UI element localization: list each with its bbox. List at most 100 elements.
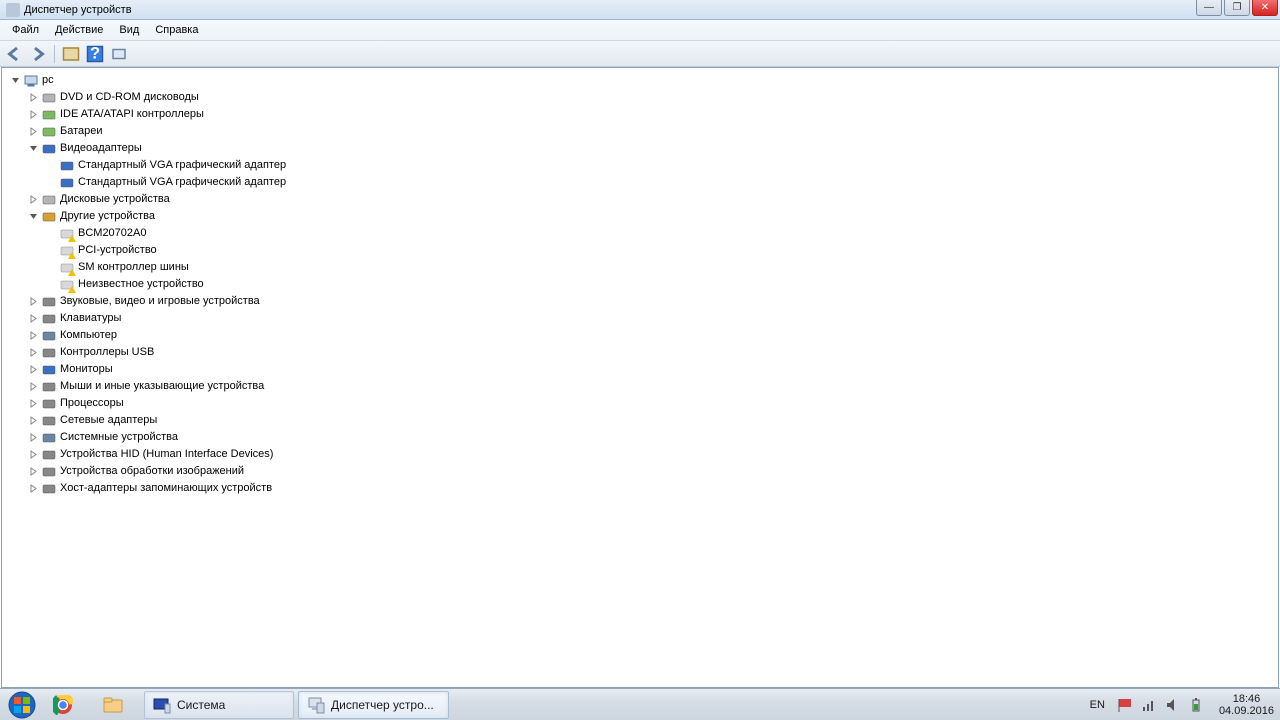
chevron-right-icon[interactable] xyxy=(28,398,39,409)
back-button[interactable] xyxy=(4,44,24,64)
dvd-icon xyxy=(41,91,57,105)
tree-item-video[interactable]: Видеоадаптеры xyxy=(28,140,1278,157)
help-button[interactable]: ? xyxy=(85,44,105,64)
minimize-button[interactable]: — xyxy=(1196,0,1222,16)
chevron-right-icon[interactable] xyxy=(28,449,39,460)
chevron-right-icon[interactable] xyxy=(28,194,39,205)
tree-item-usb[interactable]: Контроллеры USB xyxy=(28,344,1278,361)
taskbar-system-label: Система xyxy=(177,698,225,712)
chevron-right-icon[interactable] xyxy=(28,109,39,120)
twisty-none xyxy=(46,245,57,256)
properties-button[interactable] xyxy=(61,44,81,64)
tree-item-video_child2[interactable]: Стандартный VGA графический адаптер xyxy=(46,174,1278,191)
toolbar-separator xyxy=(54,45,55,63)
system-icon xyxy=(41,431,57,445)
tree-item-imaging[interactable]: Устройства обработки изображений xyxy=(28,463,1278,480)
storage-icon xyxy=(41,482,57,496)
device-tree-panel: pc DVD и CD-ROM дисководыIDE ATA/ATAPI к… xyxy=(1,67,1279,688)
scan-hardware-button[interactable] xyxy=(109,44,129,64)
chevron-right-icon[interactable] xyxy=(28,330,39,341)
forward-button[interactable] xyxy=(28,44,48,64)
tree-item-label: Батареи xyxy=(60,123,103,140)
chevron-right-icon[interactable] xyxy=(28,347,39,358)
chevron-right-icon[interactable] xyxy=(28,296,39,307)
tree-item-ide[interactable]: IDE ATA/ATAPI контроллеры xyxy=(28,106,1278,123)
tree-item-keyboards[interactable]: Клавиатуры xyxy=(28,310,1278,327)
menu-file[interactable]: Файл xyxy=(4,22,47,38)
chevron-right-icon[interactable] xyxy=(28,92,39,103)
tree-item-other_bcm[interactable]: BCM20702A0 xyxy=(46,225,1278,242)
chevron-right-icon[interactable] xyxy=(28,415,39,426)
tree-item-video_child1[interactable]: Стандартный VGA графический адаптер xyxy=(46,157,1278,174)
computer-icon xyxy=(23,74,39,88)
chevron-right-icon[interactable] xyxy=(28,466,39,477)
taskbar-devmgr[interactable]: Диспетчер устро... xyxy=(298,691,449,719)
sound-icon[interactable] xyxy=(1165,697,1181,713)
tree-item-sound[interactable]: Звуковые, видео и игровые устройства xyxy=(28,293,1278,310)
battery-icon[interactable] xyxy=(1189,697,1205,713)
taskbar-devmgr-label: Диспетчер устро... xyxy=(331,698,434,712)
svg-text:?: ? xyxy=(90,45,100,63)
tree-item-other_unknown[interactable]: Неизвестное устройство xyxy=(46,276,1278,293)
twisty-none xyxy=(46,262,57,273)
tray-clock[interactable]: 18:46 04.09.2016 xyxy=(1213,693,1274,717)
start-button[interactable] xyxy=(2,690,42,720)
menu-help[interactable]: Справка xyxy=(147,22,206,38)
chevron-down-icon[interactable] xyxy=(28,211,39,222)
tree-item-label: PCI-устройство xyxy=(78,242,157,259)
tree-item-computer[interactable]: Компьютер xyxy=(28,327,1278,344)
chevron-right-icon[interactable] xyxy=(28,432,39,443)
tree-root[interactable]: pc xyxy=(10,72,1278,89)
chevron-right-icon[interactable] xyxy=(28,483,39,494)
tree-item-storage[interactable]: Хост-адаптеры запоминающих устройств xyxy=(28,480,1278,497)
tray-language[interactable]: EN xyxy=(1086,697,1109,713)
tree-item-label: Стандартный VGA графический адаптер xyxy=(78,174,286,191)
tree-item-label: Звуковые, видео и игровые устройства xyxy=(60,293,260,310)
unknown-device-icon xyxy=(59,261,75,275)
toolbar: ? xyxy=(0,41,1280,67)
tree-item-label: Мониторы xyxy=(60,361,113,378)
taskbar-explorer[interactable] xyxy=(94,691,140,719)
unknown-device-icon xyxy=(59,278,75,292)
other-icon xyxy=(41,210,57,224)
tray-date: 04.09.2016 xyxy=(1219,705,1274,717)
window-controls: — ❐ ✕ xyxy=(1196,0,1278,16)
menu-action[interactable]: Действие xyxy=(47,22,111,38)
chevron-right-icon[interactable] xyxy=(28,381,39,392)
tree-item-monitors[interactable]: Мониторы xyxy=(28,361,1278,378)
tree-item-other_pci[interactable]: PCI-устройство xyxy=(46,242,1278,259)
tree-item-label: Устройства обработки изображений xyxy=(60,463,244,480)
tree-item-other[interactable]: Другие устройства xyxy=(28,208,1278,225)
tree-item-label: Видеоадаптеры xyxy=(60,140,142,157)
menu-view[interactable]: Вид xyxy=(111,22,147,38)
app-icon xyxy=(6,3,20,17)
tree-item-label: Неизвестное устройство xyxy=(78,276,204,293)
keyboards-icon xyxy=(41,312,57,326)
flag-icon[interactable] xyxy=(1117,697,1133,713)
device-tree: pc DVD и CD-ROM дисководыIDE ATA/ATAPI к… xyxy=(2,68,1278,501)
tree-item-other_sm[interactable]: SM контроллер шины xyxy=(46,259,1278,276)
network-icon[interactable] xyxy=(1141,697,1157,713)
chevron-right-icon[interactable] xyxy=(28,364,39,375)
twisty-none xyxy=(46,279,57,290)
chevron-right-icon[interactable] xyxy=(28,313,39,324)
chevron-right-icon[interactable] xyxy=(28,126,39,137)
chevron-down-icon[interactable] xyxy=(28,143,39,154)
unknown-device-icon xyxy=(59,244,75,258)
chevron-down-icon[interactable] xyxy=(10,75,21,86)
tree-item-hid[interactable]: Устройства HID (Human Interface Devices) xyxy=(28,446,1278,463)
ide-icon xyxy=(41,108,57,122)
tree-item-disks[interactable]: Дисковые устройства xyxy=(28,191,1278,208)
tree-item-label: Мыши и иные указывающие устройства xyxy=(60,378,264,395)
tree-item-batteries[interactable]: Батареи xyxy=(28,123,1278,140)
tree-item-network[interactable]: Сетевые адаптеры xyxy=(28,412,1278,429)
window-title: Диспетчер устройств xyxy=(24,4,132,16)
close-button[interactable]: ✕ xyxy=(1252,0,1278,16)
tree-item-mice[interactable]: Мыши и иные указывающие устройства xyxy=(28,378,1278,395)
taskbar-system[interactable]: Система xyxy=(144,691,294,719)
taskbar-chrome[interactable] xyxy=(44,691,90,719)
tree-item-processors[interactable]: Процессоры xyxy=(28,395,1278,412)
tree-item-system[interactable]: Системные устройства xyxy=(28,429,1278,446)
tree-item-dvd[interactable]: DVD и CD-ROM дисководы xyxy=(28,89,1278,106)
maximize-button[interactable]: ❐ xyxy=(1224,0,1250,16)
